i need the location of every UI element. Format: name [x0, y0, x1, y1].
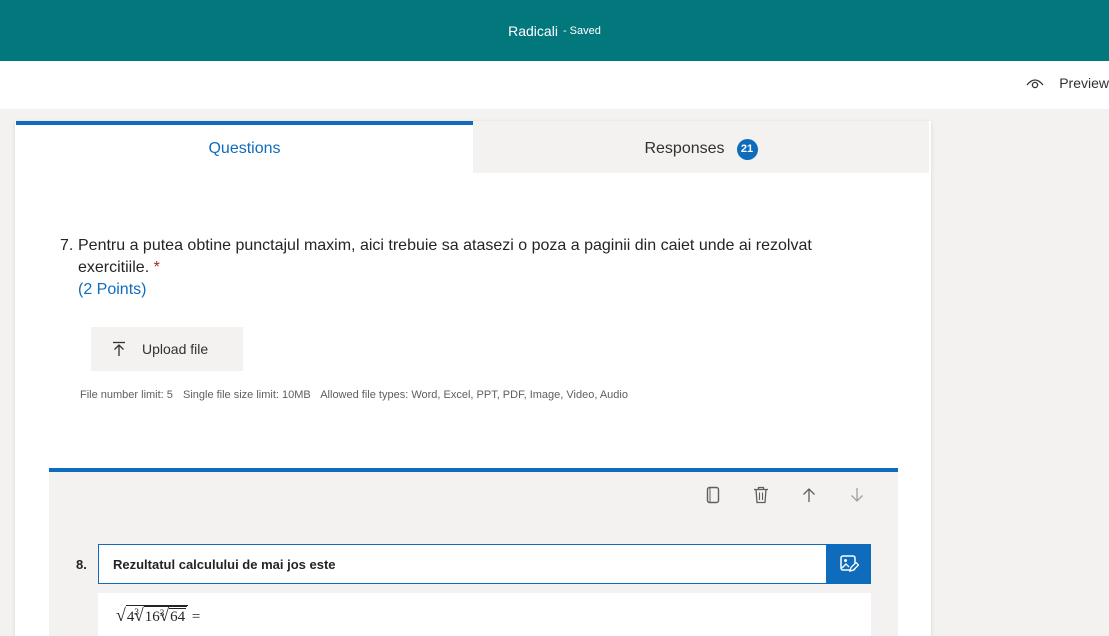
copy-question-button[interactable]: [702, 484, 724, 506]
save-status: - Saved: [562, 24, 601, 37]
preview-label: Preview: [1059, 75, 1109, 91]
toolbar: Preview: [0, 61, 1109, 109]
delete-question-button[interactable]: [750, 484, 772, 506]
question-7-points: (2 Points): [78, 281, 147, 298]
responses-count-badge: 21: [736, 138, 758, 160]
preview-button[interactable]: Preview: [1026, 75, 1109, 91]
tab-responses-label: Responses: [644, 140, 725, 157]
upload-file-button[interactable]: Upload file: [91, 327, 243, 371]
required-mark: *: [153, 259, 160, 276]
move-up-button[interactable]: [798, 484, 820, 506]
tab-questions-label: Questions: [208, 140, 281, 157]
formula-term-64: 64: [169, 608, 187, 625]
eye-icon: [1026, 79, 1044, 89]
question-8-formula: √43√163√64 =: [98, 593, 871, 636]
arrow-up-icon: [803, 488, 815, 502]
upload-icon: [113, 341, 125, 356]
formula-root-index: 3: [159, 608, 165, 618]
question-8-title-input[interactable]: [98, 544, 871, 584]
tab-questions[interactable]: Questions: [16, 121, 473, 173]
tab-responses[interactable]: Responses 21: [473, 121, 929, 173]
insert-media-button[interactable]: [826, 544, 871, 584]
question-7-text: Pentru a putea obtine punctajul maxim, a…: [78, 237, 812, 276]
allowed-file-types: Allowed file types: Word, Excel, PPT, PD…: [320, 389, 628, 401]
formula-equals: =: [191, 609, 201, 625]
formula-root-index: 3: [134, 607, 139, 617]
question-7[interactable]: 7. Pentru a putea obtine punctajul maxim…: [60, 235, 880, 301]
top-bar: Radicali - Saved: [0, 0, 1109, 61]
file-upload-limits: File number limit: 5 Single file size li…: [80, 389, 635, 401]
form-title: Radicali: [508, 22, 558, 39]
file-number-limit: File number limit: 5: [80, 389, 173, 401]
question-8-number: 8.: [76, 557, 87, 572]
upload-file-label: Upload file: [142, 341, 209, 357]
file-size-limit: Single file size limit: 10MB: [182, 389, 311, 401]
move-down-button[interactable]: [846, 484, 868, 506]
question-8-card[interactable]: 8. √43√163√64 =: [49, 468, 898, 636]
formula-term-16: 16: [144, 609, 160, 625]
tab-bar: Questions Responses 21: [16, 121, 929, 173]
arrow-down-icon: [851, 488, 863, 502]
copy-icon: [706, 486, 720, 504]
question-actions: [702, 484, 868, 506]
main-content: Questions Responses 21 7. Pentru a putea…: [0, 109, 1109, 636]
question-7-title: 7. Pentru a putea obtine punctajul maxim…: [60, 235, 880, 279]
insert-image-icon: [839, 555, 859, 572]
question-7-number: 7.: [60, 237, 74, 254]
delete-icon: [754, 486, 768, 504]
